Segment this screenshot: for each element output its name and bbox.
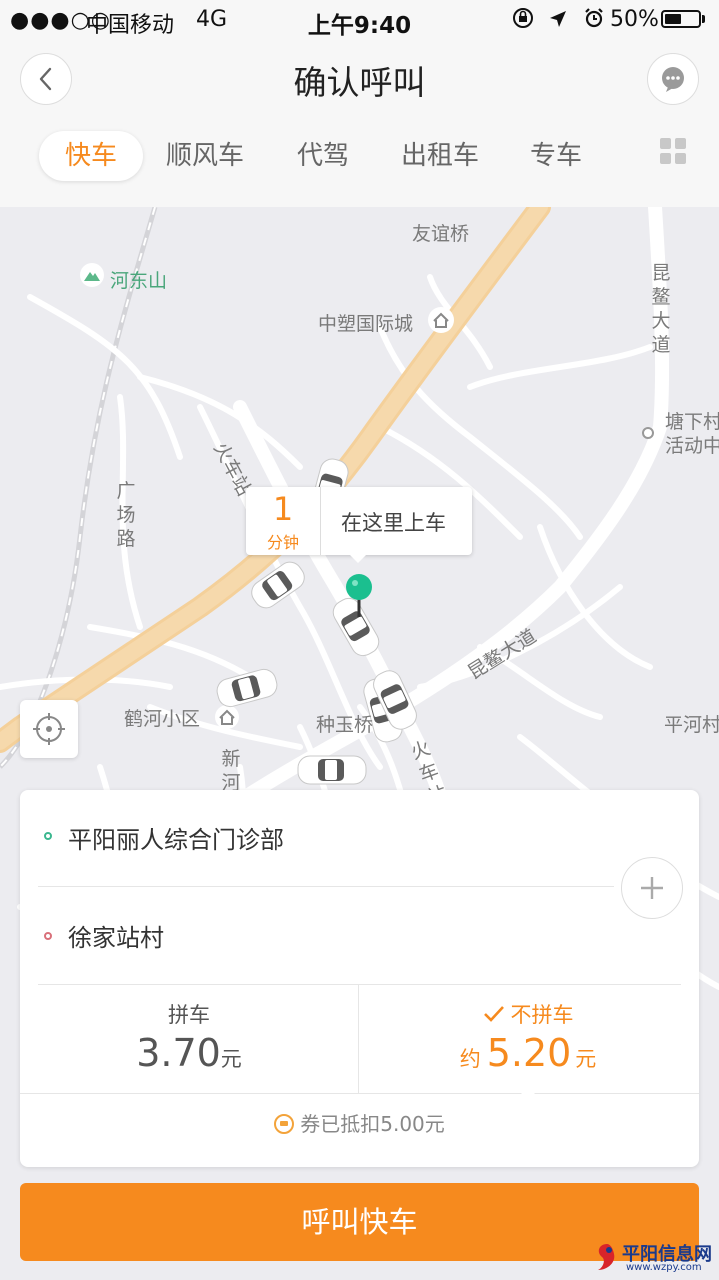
tab-shunfengche[interactable]: 顺风车: [166, 131, 244, 181]
home-poi-icon: [215, 705, 239, 729]
village-poi-icon: [642, 427, 654, 439]
map-label: 中塑国际城: [318, 313, 414, 335]
watermark-logo-icon: [598, 1244, 615, 1270]
message-button[interactable]: [647, 53, 699, 105]
map-label: 友谊桥: [412, 223, 470, 245]
orientation-lock-icon: [513, 8, 533, 28]
more-services-icon[interactable]: [660, 138, 686, 164]
divider: [38, 886, 614, 887]
trip-panel: 平阳丽人综合门诊部 徐家站村 拼车 3.70元 不拼车 约 5.20 元 券已抵扣5…: [20, 790, 699, 1167]
taxi-car-icon: [332, 597, 380, 657]
alarm-icon: [584, 8, 603, 28]
eta-box: 1 分钟: [246, 487, 321, 555]
check-icon: [483, 1006, 504, 1022]
watermark-url: www.wzpy.com: [626, 1262, 702, 1273]
locate-me-button[interactable]: [20, 700, 78, 758]
origin-dot-icon: [44, 832, 52, 840]
add-stop-button[interactable]: [621, 857, 683, 919]
eta-unit: 分钟: [266, 533, 299, 552]
battery-icon: [661, 10, 701, 28]
option-label: 不拼车: [359, 999, 697, 1029]
option-price: 3.70元: [136, 1031, 242, 1075]
coupon-icon: [274, 1113, 295, 1134]
destination-dot-icon: [44, 932, 52, 940]
coupon-text: 券已抵扣5.00元: [300, 1112, 445, 1136]
page-title: 确认呼叫: [293, 63, 426, 102]
battery-percent: 50%: [610, 7, 659, 32]
divider: [20, 1093, 699, 1094]
status-icons: [512, 7, 605, 31]
destination-address[interactable]: 徐家站村: [68, 918, 164, 953]
status-bar: ●●●○○ 中国移动 4G 上午9:40 50%: [0, 0, 719, 40]
plus-icon: [641, 877, 663, 899]
origin-address[interactable]: 平阳丽人综合门诊部: [68, 820, 284, 855]
nav-bar: 确认呼叫: [0, 40, 719, 120]
map-label: 平河村: [664, 714, 719, 736]
battery-tip: [702, 15, 705, 23]
tab-kuaiche[interactable]: 快车: [39, 131, 144, 181]
home-poi-icon: [428, 307, 454, 333]
location-arrow-icon: [550, 11, 567, 27]
map-label: 昆鳌大道: [651, 262, 671, 356]
mountain-poi-icon: [80, 263, 104, 287]
map-label: 种玉桥: [316, 714, 374, 736]
tab-chuzuche[interactable]: 出租车: [401, 131, 479, 181]
taxi-car-icon: [216, 668, 278, 708]
selection-notch: [520, 1092, 536, 1100]
eta-number: 1: [272, 490, 294, 528]
callout-tail: [348, 553, 368, 563]
map-label: 塘下村活动中: [665, 411, 719, 457]
tabs-fade: [600, 120, 650, 206]
pickup-here-text: 在这里上车: [341, 511, 446, 535]
map-label: 新河: [221, 748, 241, 794]
map-label: 河东山: [110, 270, 168, 292]
taxi-car-icon: [297, 755, 367, 785]
chat-bubble-icon: [662, 67, 684, 92]
coupon-info[interactable]: 券已抵扣5.00元: [20, 1108, 699, 1137]
crosshair-icon: [33, 713, 65, 745]
option-price: 约 5.20 元: [459, 1031, 597, 1075]
map-label: 鹤河小区: [124, 708, 201, 730]
carpool-option[interactable]: 拼车 3.70元: [20, 985, 358, 1093]
map-label: 广场路: [116, 480, 136, 550]
option-label: 拼车: [168, 1003, 210, 1027]
tab-zhuanche[interactable]: 专车: [530, 131, 582, 181]
pickup-callout[interactable]: 1 分钟 在这里上车: [246, 487, 472, 563]
no-carpool-option[interactable]: 不拼车 约 5.20 元: [359, 985, 697, 1093]
watermark: 平阳信息网 www.wzpy.com: [590, 1236, 719, 1280]
tab-daijia[interactable]: 代驾: [297, 131, 349, 181]
